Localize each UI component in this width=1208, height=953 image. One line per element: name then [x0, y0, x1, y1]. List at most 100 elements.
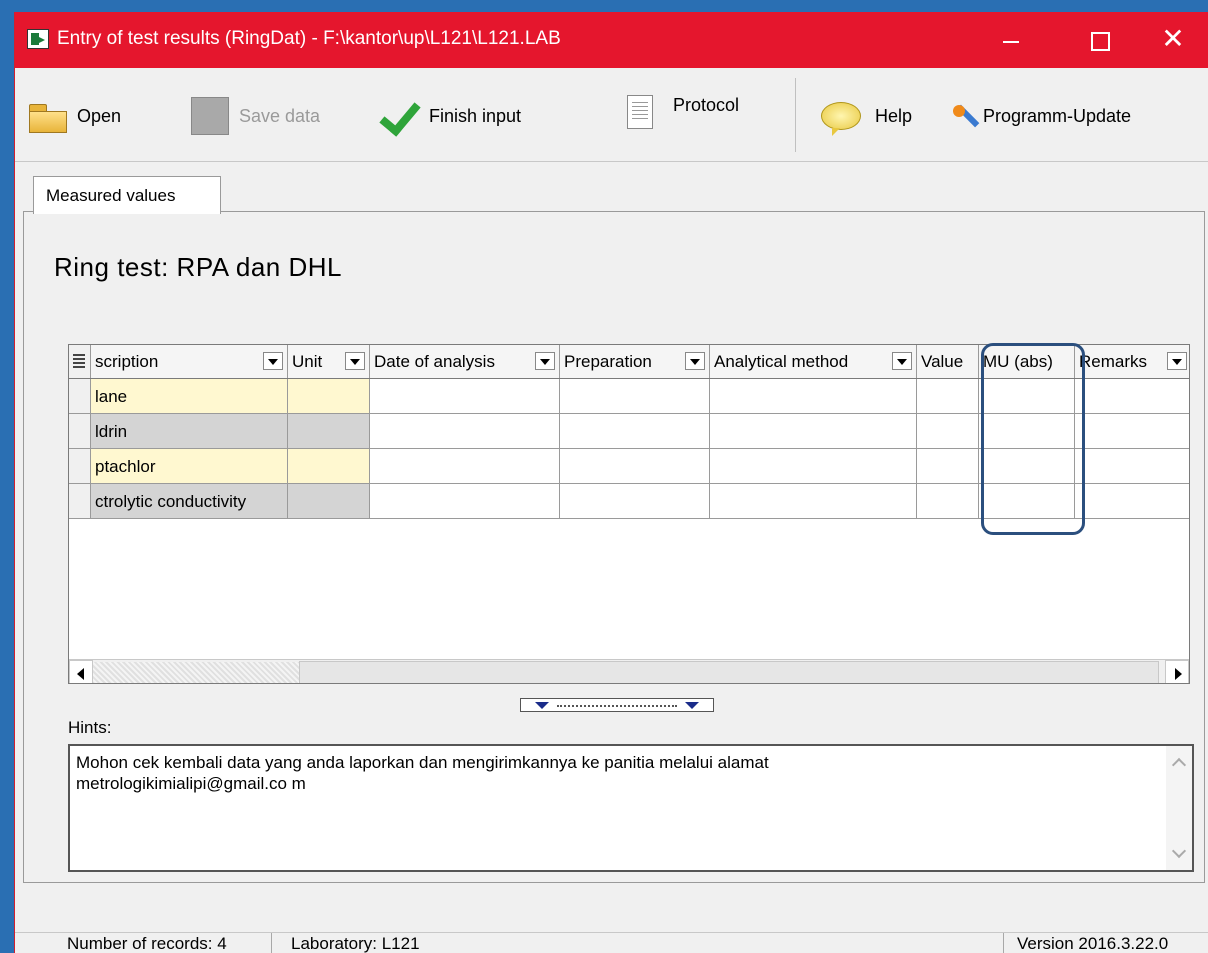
help-button[interactable]: Help — [821, 90, 912, 142]
protocol-button[interactable]: Protocol — [627, 86, 739, 138]
unit-cell[interactable] — [288, 449, 370, 484]
open-label: Open — [77, 105, 122, 126]
chevron-down-icon[interactable] — [345, 352, 365, 370]
panel-splitter[interactable] — [520, 698, 714, 712]
protocol-label: Protocol — [673, 94, 740, 115]
scroll-left-icon[interactable] — [69, 660, 93, 683]
open-button[interactable]: Open — [29, 90, 121, 142]
row-selector-header[interactable] — [69, 345, 91, 378]
chevron-down-icon[interactable] — [1167, 352, 1187, 370]
remarks-cell[interactable] — [1075, 449, 1189, 484]
mu-cell[interactable] — [979, 484, 1075, 519]
table-row[interactable]: ldrin — [69, 414, 1189, 449]
laboratory-label: Laboratory: L121 — [291, 934, 420, 953]
column-header-mu-abs[interactable]: MU (abs) — [979, 345, 1075, 378]
help-bubble-icon — [821, 102, 861, 136]
status-divider — [1003, 933, 1004, 953]
unit-cell[interactable] — [288, 414, 370, 449]
update-icon — [951, 101, 981, 131]
tab-measured-values[interactable]: Measured values — [33, 176, 221, 214]
scroll-track[interactable] — [93, 662, 299, 683]
date-cell[interactable] — [370, 414, 560, 449]
remarks-cell[interactable] — [1075, 414, 1189, 449]
app-icon — [27, 29, 49, 49]
status-bar: Number of records: 4 Laboratory: L121 Ve… — [15, 932, 1208, 953]
method-cell[interactable] — [710, 449, 917, 484]
table-row[interactable]: ptachlor — [69, 449, 1189, 484]
save-icon — [191, 97, 229, 135]
chevron-down-icon[interactable] — [535, 352, 555, 370]
title-bar[interactable]: Entry of test results (RingDat) - F:\kan… — [15, 12, 1208, 68]
horizontal-scrollbar[interactable] — [69, 659, 1189, 683]
programm-update-button[interactable]: Programm-Update — [951, 90, 1131, 142]
hints-textbox[interactable]: Mohon cek kembali data yang anda laporka… — [68, 744, 1194, 872]
method-cell[interactable] — [710, 414, 917, 449]
column-header-preparation[interactable]: Preparation — [560, 345, 710, 378]
preparation-cell[interactable] — [560, 449, 710, 484]
vertical-scrollbar[interactable] — [1166, 746, 1192, 870]
remarks-cell[interactable] — [1075, 484, 1189, 519]
column-header-date-of-analysis[interactable]: Date of analysis — [370, 345, 560, 378]
column-chooser-icon — [73, 354, 85, 368]
date-cell[interactable] — [370, 449, 560, 484]
preparation-cell[interactable] — [560, 379, 710, 414]
preparation-cell[interactable] — [560, 414, 710, 449]
column-header-unit[interactable]: Unit — [288, 345, 370, 378]
unit-cell[interactable] — [288, 484, 370, 519]
method-cell[interactable] — [710, 379, 917, 414]
maximize-button[interactable] — [1062, 12, 1134, 68]
save-label: Save data — [239, 105, 321, 126]
hints-label: Hints: — [68, 718, 112, 737]
mu-cell[interactable] — [979, 414, 1075, 449]
date-cell[interactable] — [370, 379, 560, 414]
document-icon — [627, 95, 653, 129]
value-cell[interactable] — [917, 414, 979, 449]
status-divider — [271, 933, 272, 953]
toolbar-separator — [795, 78, 796, 152]
description-cell[interactable]: ptachlor — [91, 449, 288, 484]
mu-cell[interactable] — [979, 449, 1075, 484]
description-cell[interactable]: lane — [91, 379, 288, 414]
value-cell[interactable] — [917, 449, 979, 484]
chevron-down-icon[interactable] — [892, 352, 912, 370]
minimize-button[interactable] — [975, 12, 1047, 68]
scroll-thumb[interactable] — [299, 661, 1159, 683]
grid-header: scription Unit Date of analysis Preparat… — [69, 345, 1189, 379]
method-cell[interactable] — [710, 484, 917, 519]
scroll-right-icon[interactable] — [1165, 660, 1189, 683]
page-title: Ring test: RPA dan DHL — [54, 252, 342, 282]
column-header-analytical-method[interactable]: Analytical method — [710, 345, 917, 378]
chevron-down-icon[interactable] — [685, 352, 705, 370]
row-selector[interactable] — [69, 484, 91, 519]
chevron-down-icon — [685, 702, 699, 709]
column-header-value[interactable]: Value — [917, 345, 979, 378]
table-row[interactable]: lane — [69, 379, 1189, 414]
remarks-cell[interactable] — [1075, 379, 1189, 414]
value-cell[interactable] — [917, 484, 979, 519]
close-button[interactable]: ✕ — [1137, 12, 1208, 68]
date-cell[interactable] — [370, 484, 560, 519]
chevron-down-icon — [535, 702, 549, 709]
preparation-cell[interactable] — [560, 484, 710, 519]
finish-input-button[interactable]: Finish input — [377, 90, 521, 142]
value-cell[interactable] — [917, 379, 979, 414]
mu-cell[interactable] — [979, 379, 1075, 414]
table-row[interactable]: ctrolytic conductivity — [69, 484, 1189, 519]
update-label: Programm-Update — [983, 105, 1132, 126]
column-header-description[interactable]: scription — [91, 345, 288, 378]
description-cell[interactable]: ctrolytic conductivity — [91, 484, 288, 519]
row-selector[interactable] — [69, 449, 91, 484]
row-selector[interactable] — [69, 414, 91, 449]
tab-panel: Ring test: RPA dan DHL scription Unit Da… — [23, 211, 1205, 883]
toolbar: Open Save data Finish input Protocol Hel… — [15, 68, 1208, 162]
row-selector[interactable] — [69, 379, 91, 414]
chevron-down-icon[interactable] — [263, 352, 283, 370]
help-label: Help — [875, 105, 913, 126]
folder-icon — [29, 101, 67, 133]
unit-cell[interactable] — [288, 379, 370, 414]
column-header-remarks[interactable]: Remarks — [1075, 345, 1189, 378]
window-title: Entry of test results (RingDat) - F:\kan… — [57, 28, 561, 49]
save-data-button[interactable]: Save data — [191, 90, 320, 142]
description-cell[interactable]: ldrin — [91, 414, 288, 449]
app-window: Entry of test results (RingDat) - F:\kan… — [14, 12, 1208, 953]
